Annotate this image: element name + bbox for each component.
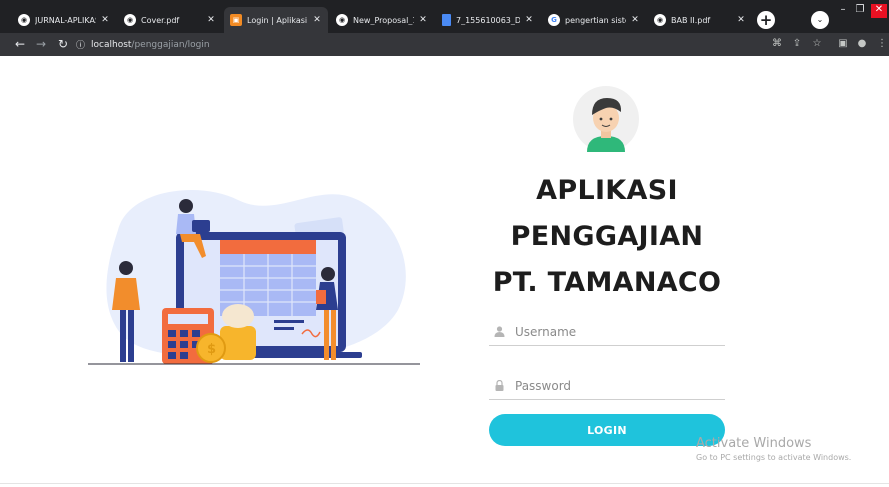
minimize-icon[interactable]: – — [836, 4, 850, 18]
forward-icon[interactable]: → — [33, 36, 49, 52]
tab-title: BAB II.pdf — [671, 15, 711, 25]
spreadsheet-header — [220, 240, 316, 254]
user-icon — [493, 326, 505, 338]
bookmark-star-icon[interactable]: ☆ — [810, 37, 824, 51]
share-icon[interactable]: ⇪ — [790, 37, 804, 51]
address-bar[interactable]: ⓘ localhost /penggajian/login — [76, 36, 760, 53]
new-tab-icon[interactable]: + — [757, 11, 775, 29]
tab-title: pengertian sistem — [565, 15, 626, 25]
document-icon — [442, 14, 451, 26]
person-leg — [324, 310, 329, 360]
browser-tab[interactable]: 7_155610063_DAF ✕ — [436, 7, 540, 33]
google-icon: G — [548, 14, 560, 26]
divider — [0, 483, 889, 484]
browser-tab[interactable]: G pengertian sistem ✕ — [542, 7, 646, 33]
tab-title: New_Proposal_18 — [353, 15, 414, 25]
menu-dots-icon[interactable]: ⋮ — [875, 37, 889, 51]
restore-icon[interactable]: ❐ — [853, 4, 867, 18]
close-tab-icon[interactable]: ✕ — [630, 15, 640, 25]
page-title-line: APLIKASI — [536, 175, 678, 206]
address-host: localhost — [91, 39, 132, 50]
page-title-line: PENGGAJIAN — [510, 221, 704, 252]
tab-search-icon[interactable]: ⌄ — [811, 11, 829, 29]
page-title-line: PT. TAMANACO — [492, 267, 722, 298]
signature-line — [274, 327, 294, 330]
person-shirt — [112, 278, 140, 310]
signature-line — [274, 320, 304, 323]
tab-title: Cover.pdf — [141, 15, 180, 25]
browser-tab-active[interactable]: ▣ Login | Aplikasi Pe ✕ — [224, 7, 328, 33]
globe-icon: ◉ — [18, 14, 30, 26]
person-clipboard — [316, 290, 326, 304]
login-illustration: $ — [88, 190, 420, 365]
reload-icon[interactable]: ↻ — [55, 36, 71, 52]
password-input[interactable] — [515, 378, 715, 393]
svg-text:$: $ — [207, 342, 216, 357]
page-title: APLIKASI PENGGAJIAN PT. TAMANACO — [470, 168, 744, 306]
browser-tab-strip: ◉ JURNAL-APLIKASI ✕ ◉ Cover.pdf ✕ ▣ Logi… — [0, 0, 889, 33]
close-tab-icon[interactable]: ✕ — [100, 15, 110, 25]
close-tab-icon[interactable]: ✕ — [206, 15, 216, 25]
calculator-display — [168, 314, 208, 324]
globe-icon: ◉ — [124, 14, 136, 26]
browser-toolbar: ← → ↻ ⓘ localhost /penggajian/login ⌘ ⇪ … — [0, 33, 889, 56]
money-bag — [222, 304, 254, 328]
person-leg — [128, 310, 134, 362]
person-head — [179, 199, 193, 213]
username-input[interactable] — [515, 324, 715, 339]
back-icon[interactable]: ← — [12, 36, 28, 52]
browser-tab[interactable]: ◉ BAB II.pdf ✕ — [648, 7, 752, 33]
person-head — [119, 261, 133, 275]
profile-icon[interactable]: ● — [855, 37, 869, 51]
username-field-container — [489, 318, 725, 346]
browser-tab[interactable]: ◉ New_Proposal_18 ✕ — [330, 7, 434, 33]
tab-title: Login | Aplikasi Pe — [247, 15, 308, 25]
globe-icon: ◉ — [654, 14, 666, 26]
login-button[interactable]: LOGIN — [489, 414, 725, 446]
close-window-icon[interactable]: ✕ — [871, 4, 887, 18]
tab-title: 7_155610063_DAF — [456, 15, 520, 25]
watermark-title: Activate Windows — [696, 436, 812, 451]
person-leg — [120, 310, 126, 362]
close-tab-icon[interactable]: ✕ — [312, 15, 322, 25]
address-path: /penggajian/login — [131, 39, 210, 50]
browser-tab[interactable]: ◉ Cover.pdf ✕ — [118, 7, 222, 33]
globe-icon: ◉ — [336, 14, 348, 26]
person-head — [321, 267, 335, 281]
lock-icon — [493, 380, 505, 392]
close-tab-icon[interactable]: ✕ — [418, 15, 428, 25]
person-leg — [331, 310, 336, 360]
user-avatar-icon — [573, 86, 639, 152]
person-laptop — [192, 220, 210, 232]
side-panel-icon[interactable]: ▣ — [836, 37, 850, 51]
close-tab-icon[interactable]: ✕ — [524, 15, 534, 25]
coin-stack — [220, 326, 256, 360]
tab-title: JURNAL-APLIKASI — [35, 15, 96, 25]
activation-watermark: Activate Windows Go to PC settings to ac… — [696, 436, 851, 464]
app-favicon-icon: ▣ — [230, 14, 242, 26]
translate-icon[interactable]: ⌘ — [770, 37, 784, 51]
site-info-icon[interactable]: ⓘ — [76, 38, 85, 51]
browser-tab[interactable]: ◉ JURNAL-APLIKASI ✕ — [12, 7, 116, 33]
watermark-subtitle: Go to PC settings to activate Windows. — [696, 453, 852, 462]
close-tab-icon[interactable]: ✕ — [736, 15, 746, 25]
password-field-container — [489, 372, 725, 400]
